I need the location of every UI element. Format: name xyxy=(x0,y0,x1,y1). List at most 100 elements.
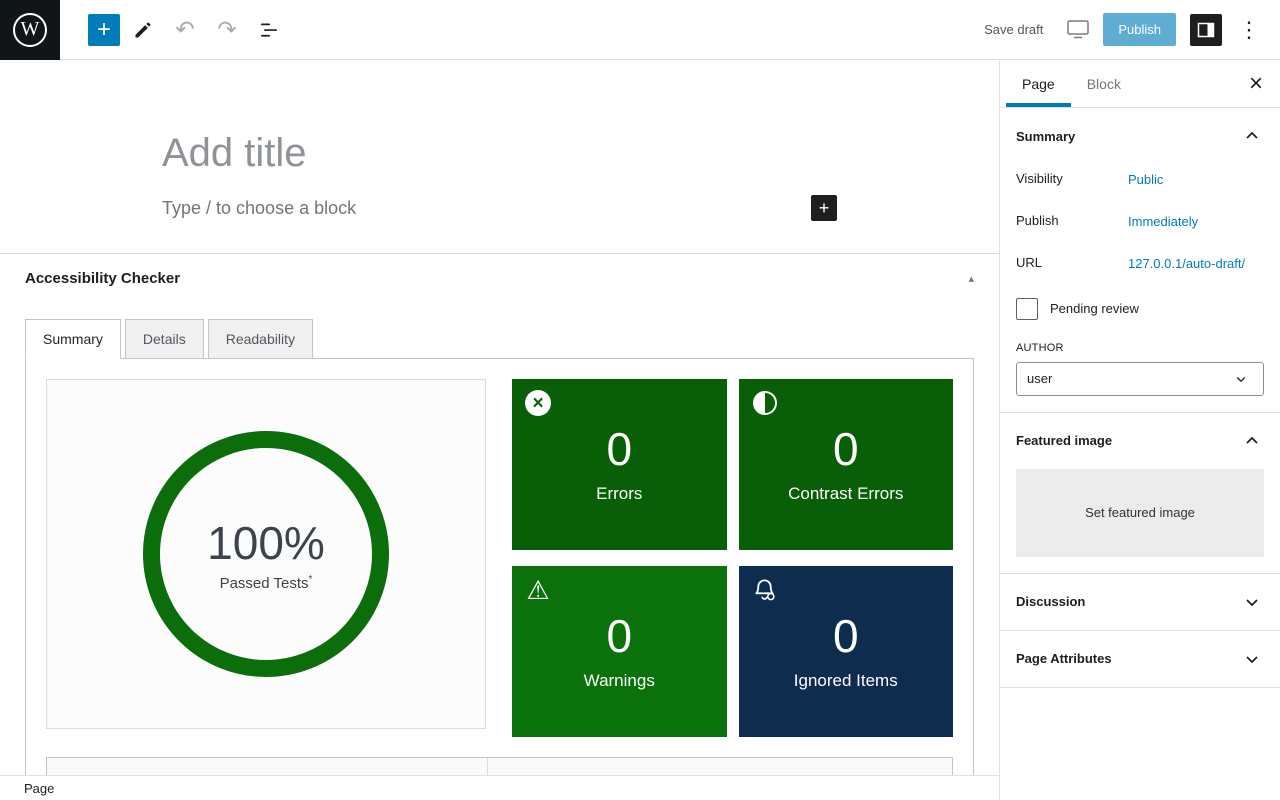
errors-card: × 0 Errors xyxy=(512,379,727,550)
empty-paragraph-block[interactable]: Type / to choose a block + xyxy=(162,191,837,225)
redo-button[interactable]: ↷ xyxy=(208,11,246,49)
chevron-up-icon xyxy=(1240,429,1264,453)
visibility-value-link[interactable]: Public xyxy=(1128,171,1163,190)
chevron-down-icon xyxy=(1240,590,1264,614)
sidebar-panel-icon xyxy=(1197,22,1215,37)
tab-summary[interactable]: Summary xyxy=(25,319,121,359)
options-menu-button[interactable]: ⋮ xyxy=(1228,13,1270,47)
url-value-link[interactable]: 127.0.0.1/auto-draft/ xyxy=(1128,255,1245,274)
top-bar-actions: Save draft Publish ⋮ xyxy=(974,12,1280,48)
accessibility-checker-header[interactable]: Accessibility Checker ▴ xyxy=(0,254,999,299)
pending-review-label: Pending review xyxy=(1050,301,1139,317)
summary-detail-section-partial xyxy=(46,757,953,775)
chevron-down-icon xyxy=(1240,647,1264,671)
editor-top-bar: W + ↶ ↷ Save draft Publish ⋮ xyxy=(0,0,1280,60)
divider xyxy=(487,758,488,775)
tab-readability[interactable]: Readability xyxy=(207,319,313,359)
settings-sidebar: Page Block × Summary Visibility Public P… xyxy=(999,61,1280,800)
contrast-errors-label: Contrast Errors xyxy=(788,483,904,503)
bell-icon xyxy=(751,576,779,604)
document-breadcrumb[interactable]: Page xyxy=(0,781,54,796)
wordpress-logo-button[interactable]: W xyxy=(0,0,60,60)
visibility-row: Visibility Public xyxy=(1016,171,1264,190)
contrast-errors-card: 0 Contrast Errors xyxy=(738,379,953,550)
pencil-icon xyxy=(135,22,151,37)
preview-button[interactable] xyxy=(1059,12,1097,48)
accessibility-checker-metabox: Accessibility Checker ▴ Summary Details … xyxy=(0,253,999,775)
pending-review-checkbox[interactable] xyxy=(1016,297,1038,320)
publish-value-link[interactable]: Immediately xyxy=(1128,213,1198,232)
close-sidebar-button[interactable]: × xyxy=(1232,61,1280,107)
featured-image-panel: Featured image Set featured image xyxy=(1000,413,1280,574)
page-attributes-title: Page Attributes xyxy=(1016,651,1112,667)
passed-tests-ring: 100% Passed Tests* xyxy=(143,431,389,677)
warnings-label: Warnings xyxy=(583,670,655,690)
wordpress-w-icon: W xyxy=(13,12,47,47)
discussion-panel: Discussion xyxy=(1000,574,1280,631)
summary-layout: 100% Passed Tests* × 0 Errors 0 Contrast… xyxy=(46,379,953,737)
summary-panel-title: Summary xyxy=(1016,128,1076,144)
visibility-label: Visibility xyxy=(1016,171,1063,186)
chevron-up-icon xyxy=(1240,124,1264,148)
sidebar-tab-page[interactable]: Page xyxy=(1006,61,1071,107)
tab-details[interactable]: Details xyxy=(124,319,204,359)
passed-tests-card: 100% Passed Tests* xyxy=(46,379,486,729)
contrast-errors-count: 0 xyxy=(832,422,859,475)
warning-triangle-icon: ⚠ xyxy=(526,575,550,605)
discussion-panel-header[interactable]: Discussion xyxy=(1016,590,1264,614)
ignored-items-card: 0 Ignored Items xyxy=(738,566,953,737)
featured-image-panel-header[interactable]: Featured image xyxy=(1016,429,1264,453)
pending-review-row: Pending review xyxy=(1016,297,1264,320)
plus-icon: + xyxy=(818,197,830,218)
author-section: AUTHOR user xyxy=(1016,342,1264,396)
page-attributes-panel-header[interactable]: Page Attributes xyxy=(1016,647,1264,671)
post-title-input[interactable]: Add title xyxy=(162,129,837,177)
warnings-count: 0 xyxy=(606,609,633,662)
errors-count: 0 xyxy=(606,422,633,475)
passed-percentage: 100% xyxy=(207,517,325,569)
publish-button[interactable]: Publish xyxy=(1103,13,1176,46)
error-circle-x-icon: × xyxy=(524,389,552,417)
collapse-panel-icon[interactable]: ▴ xyxy=(968,272,974,285)
list-view-icon xyxy=(261,23,277,37)
sidebar-tabs: Page Block × xyxy=(1000,61,1280,108)
ignored-items-count: 0 xyxy=(832,609,859,662)
summary-panel: Summary Visibility Public Publish Immedi… xyxy=(1000,108,1280,413)
discussion-title: Discussion xyxy=(1016,594,1086,610)
metabox-title: Accessibility Checker xyxy=(25,270,181,287)
publish-label: Publish xyxy=(1016,212,1059,228)
author-label: AUTHOR xyxy=(1016,341,1064,354)
block-inserter-toggle-button[interactable]: + xyxy=(88,13,120,46)
block-inserter-button[interactable]: + xyxy=(811,195,837,221)
monitor-icon xyxy=(1067,20,1090,39)
tools-button[interactable] xyxy=(124,11,162,49)
save-draft-button[interactable]: Save draft xyxy=(974,14,1053,45)
plus-icon: + xyxy=(96,15,111,43)
contrast-icon xyxy=(751,389,779,417)
asterisk-note: * xyxy=(308,574,313,585)
undo-button[interactable]: ↶ xyxy=(166,11,204,49)
set-featured-image-button[interactable]: Set featured image xyxy=(1016,468,1264,557)
summary-cards-grid: × 0 Errors 0 Contrast Errors ⚠ 0 Warning… xyxy=(512,379,953,737)
url-row: URL 127.0.0.1/auto-draft/ xyxy=(1016,255,1264,274)
close-icon: × xyxy=(1248,70,1263,97)
editor-column: Add title Type / to choose a block + xyxy=(162,61,837,225)
sidebar-tab-block[interactable]: Block xyxy=(1071,61,1137,107)
publish-row: Publish Immediately xyxy=(1016,213,1264,232)
kebab-icon: ⋮ xyxy=(1238,16,1260,42)
document-overview-button[interactable] xyxy=(250,11,288,49)
accessibility-checker-tabs: Summary Details Readability xyxy=(0,299,999,359)
editor-canvas: Add title Type / to choose a block + Acc… xyxy=(0,61,999,775)
undo-icon: ↶ xyxy=(175,16,195,42)
chevron-down-icon xyxy=(1229,367,1253,391)
page-attributes-panel: Page Attributes xyxy=(1000,631,1280,688)
ignored-items-label: Ignored Items xyxy=(793,670,898,690)
featured-image-title: Featured image xyxy=(1016,433,1113,449)
settings-sidebar-toggle-button[interactable] xyxy=(1190,13,1222,46)
redo-icon: ↷ xyxy=(217,16,237,42)
author-select[interactable]: user xyxy=(1016,361,1264,396)
summary-panel-header[interactable]: Summary xyxy=(1016,124,1264,148)
url-label: URL xyxy=(1016,254,1043,270)
editor-footer: Page xyxy=(0,775,999,800)
author-selected-value: user xyxy=(1027,371,1053,387)
